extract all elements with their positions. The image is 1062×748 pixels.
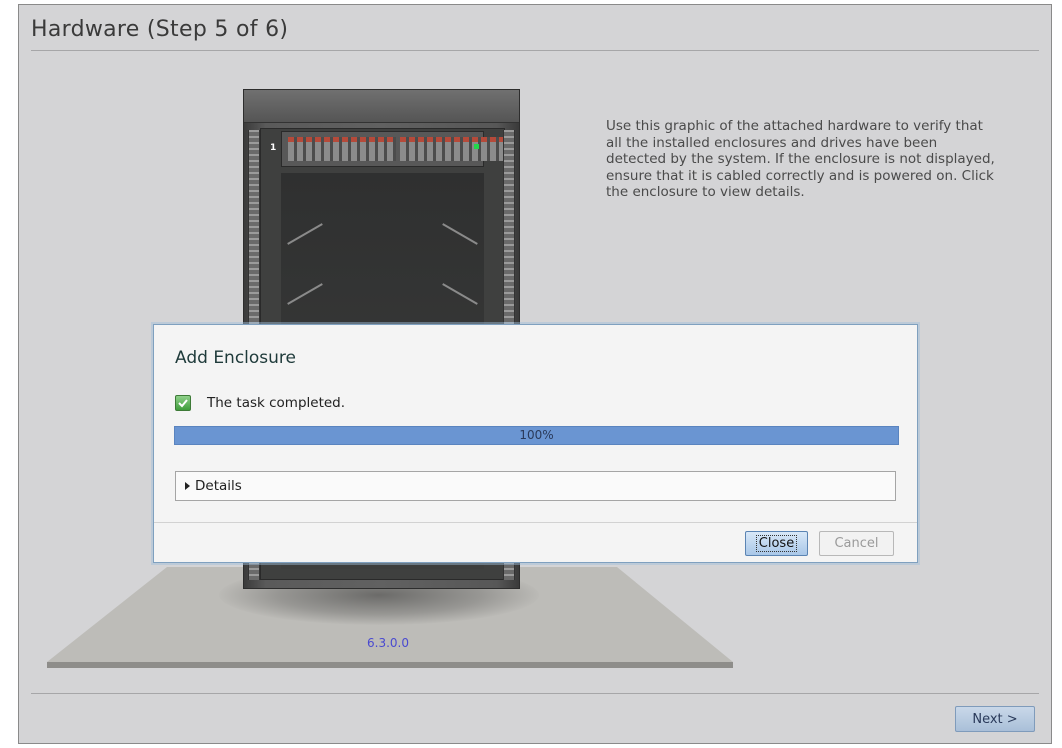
enclosure-1[interactable]: 1 bbox=[270, 131, 508, 167]
enclosure-number: 1 bbox=[270, 143, 277, 153]
check-icon bbox=[175, 395, 191, 411]
footer-divider bbox=[31, 693, 1039, 694]
version-label: 6.3.0.0 bbox=[367, 636, 409, 650]
task-status: The task completed. bbox=[175, 394, 345, 412]
close-button[interactable]: Close bbox=[745, 531, 808, 556]
rack-strut bbox=[442, 283, 478, 305]
dialog-footer-divider bbox=[154, 522, 917, 523]
details-label: Details bbox=[195, 478, 242, 494]
rack-strut bbox=[442, 223, 478, 245]
dialog-title: Add Enclosure bbox=[175, 348, 297, 368]
rack-strut bbox=[287, 223, 323, 245]
wizard-window: Hardware (Step 5 of 6) Use this graphic … bbox=[18, 4, 1052, 744]
title-divider bbox=[31, 50, 1039, 51]
cancel-button[interactable]: Cancel bbox=[819, 531, 894, 556]
progress-bar: 100% bbox=[174, 426, 899, 445]
rack-top-cap bbox=[244, 90, 519, 123]
drive-bank-right bbox=[400, 137, 508, 161]
page-title: Hardware (Step 5 of 6) bbox=[31, 17, 289, 42]
expand-triangle-icon bbox=[185, 482, 190, 490]
next-button[interactable]: Next > bbox=[955, 706, 1035, 732]
close-button-label: Close bbox=[755, 535, 798, 552]
status-text: The task completed. bbox=[207, 395, 346, 411]
hardware-instructions: Use this graphic of the attached hardwar… bbox=[606, 118, 995, 200]
rack-strut bbox=[287, 283, 323, 305]
drive-bank-left bbox=[288, 137, 396, 161]
progress-label: 100% bbox=[519, 428, 554, 442]
enclosure-status-led bbox=[474, 144, 479, 149]
add-enclosure-dialog: Add Enclosure The task completed. 100% D… bbox=[153, 324, 918, 563]
details-expander[interactable]: Details bbox=[175, 471, 896, 501]
